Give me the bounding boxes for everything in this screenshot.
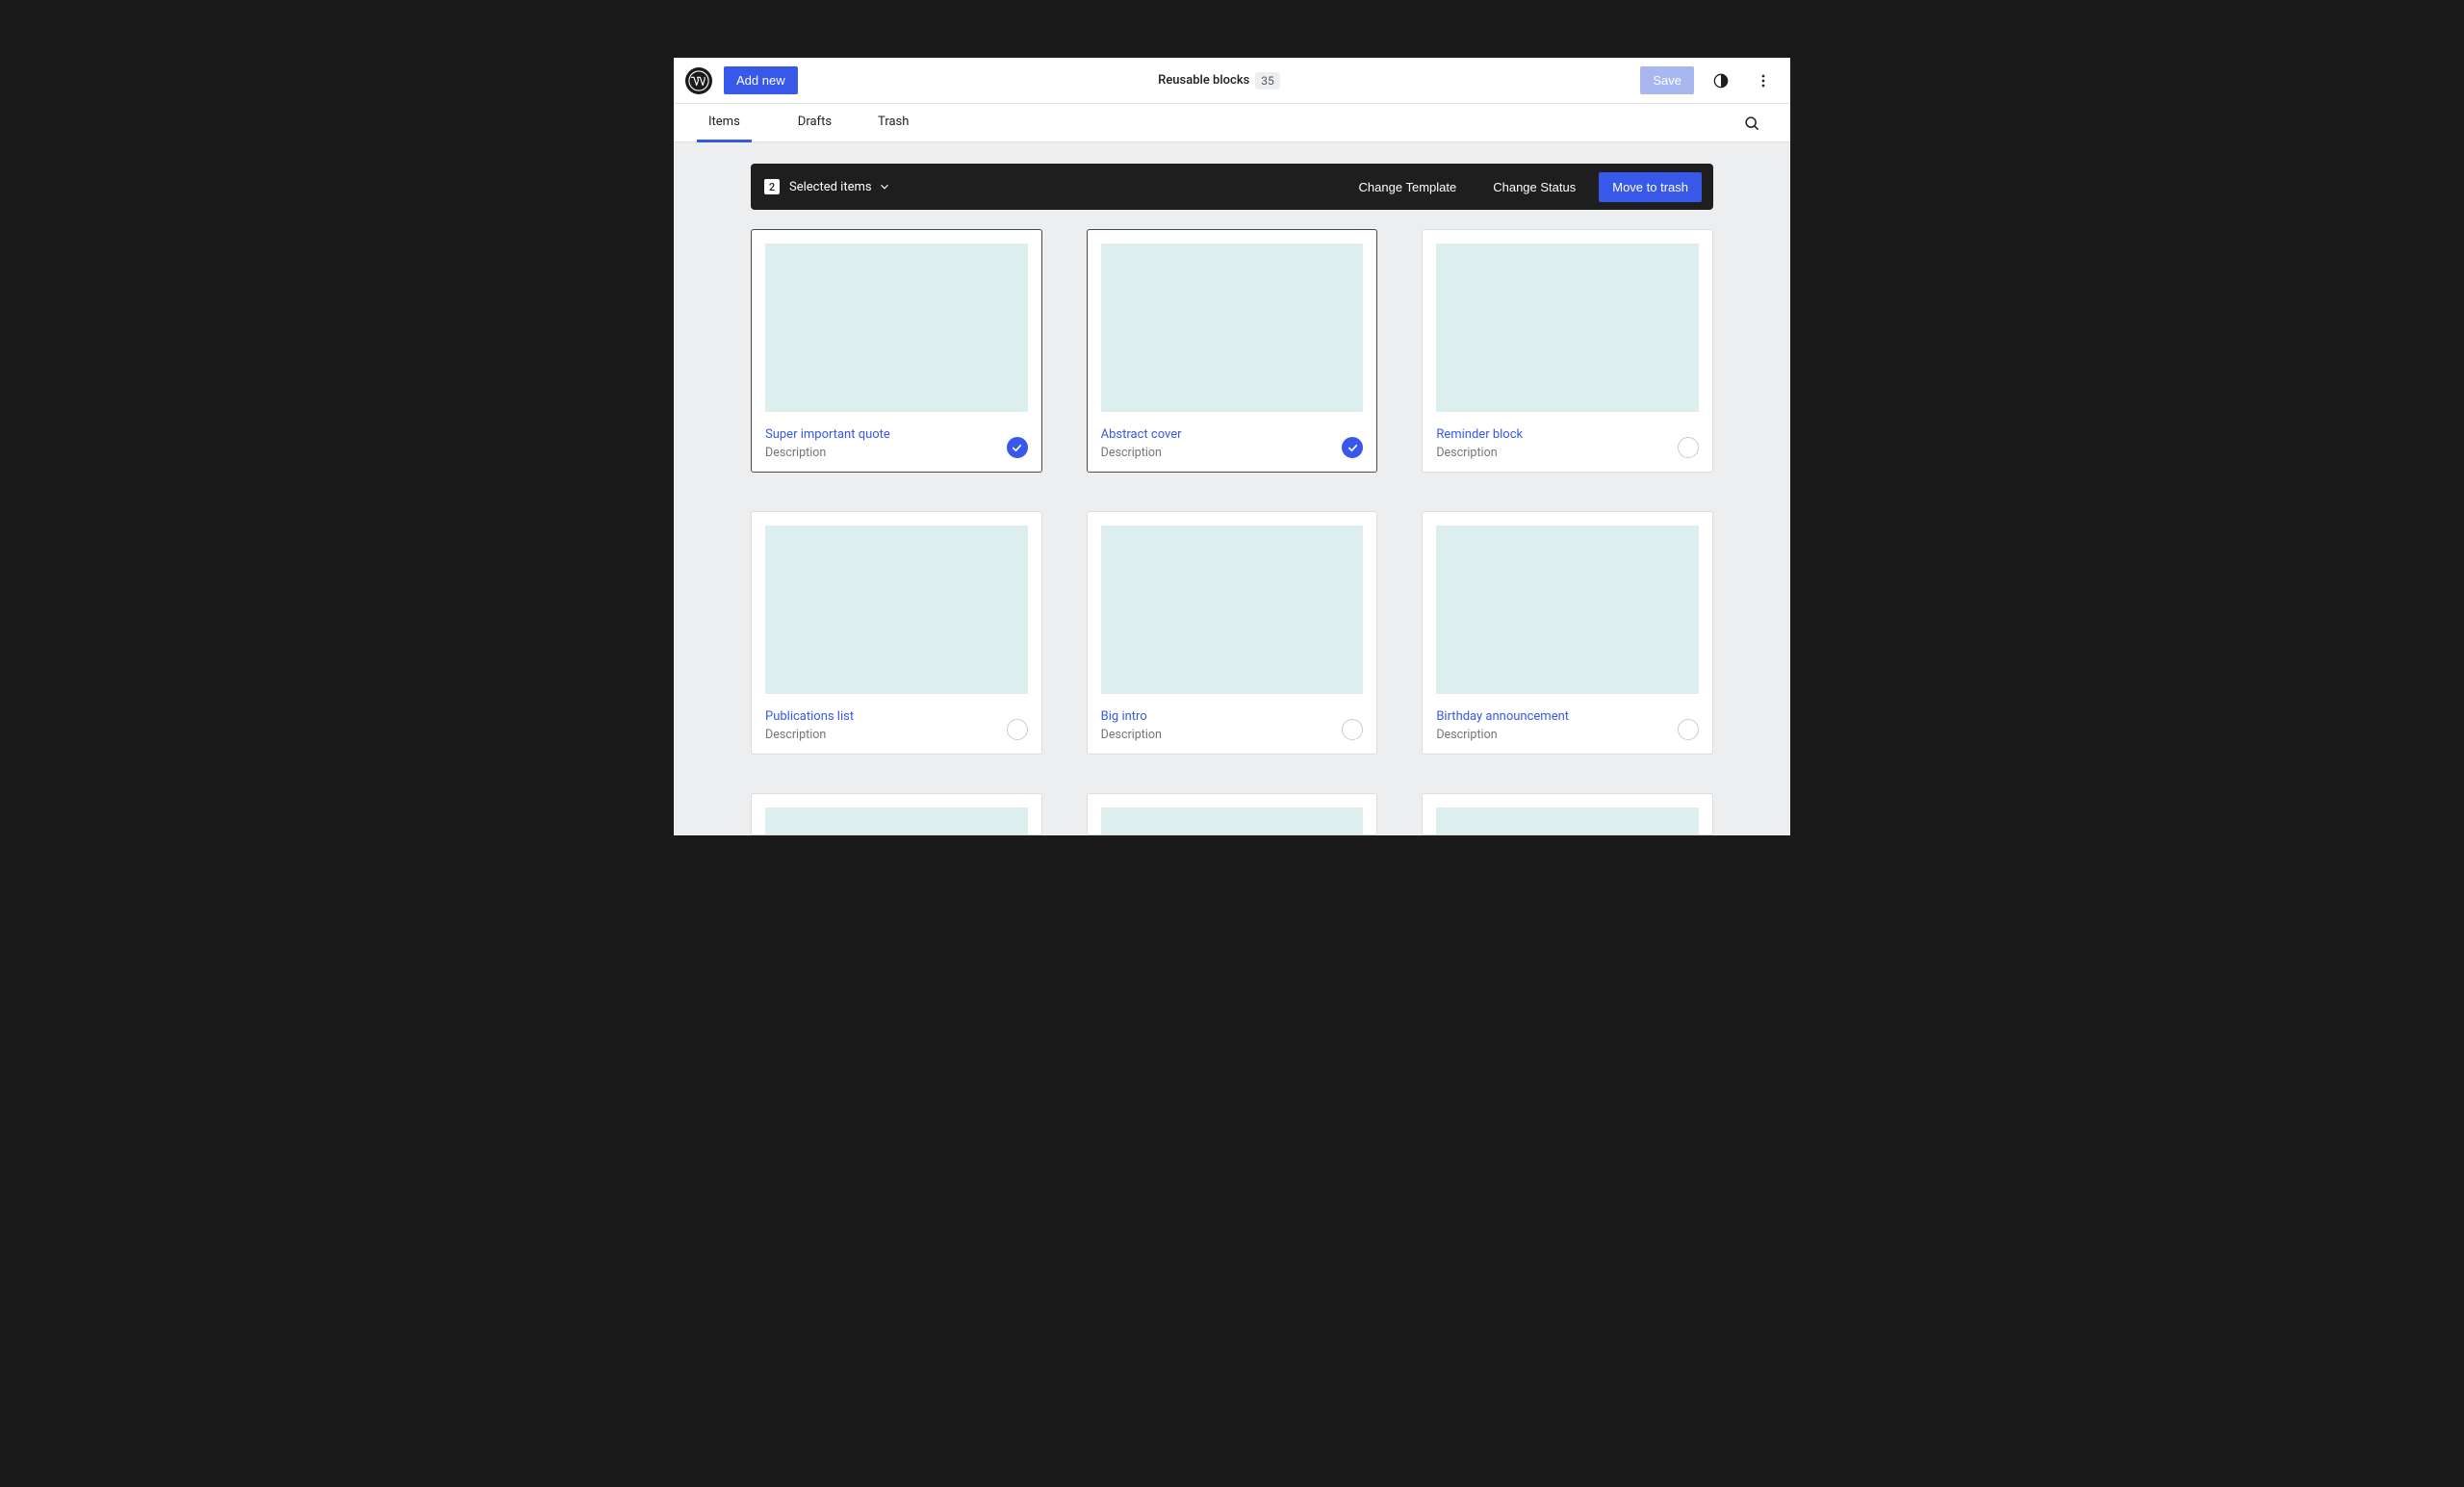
block-card[interactable]: Abstract cover Description [1087,229,1378,473]
tabbar: Items DraftsTrash [674,104,1790,142]
app-window: Add new Reusable blocks 35 Save Items Dra… [674,58,1790,835]
wordpress-logo-icon[interactable] [685,67,712,94]
card-title[interactable]: Reminder block [1436,427,1699,442]
card-description: Description [1101,728,1364,742]
card-thumbnail [765,526,1028,694]
block-card[interactable]: Birthday announcement Description [1422,511,1713,755]
card-title[interactable]: Big intro [1101,709,1364,724]
search-icon[interactable] [1736,108,1767,139]
card-title[interactable]: Super important quote [765,427,1028,442]
change-template-button[interactable]: Change Template [1346,172,1471,202]
card-title[interactable]: Abstract cover [1101,427,1364,442]
card-select-toggle[interactable] [1678,719,1699,740]
chevron-down-icon [878,180,891,193]
topbar: Add new Reusable blocks 35 Save [674,58,1790,104]
add-new-button[interactable]: Add new [724,66,798,94]
page-title-text: Reusable blocks [1158,73,1249,88]
card-description: Description [765,446,1028,460]
selection-count-badge: 2 [764,179,780,194]
tab-drafts[interactable]: Drafts [775,104,855,142]
item-count-badge: 35 [1255,72,1280,90]
card-title[interactable]: Publications list [765,709,1028,724]
card-thumbnail [1101,526,1364,694]
card-select-toggle[interactable] [1007,719,1028,740]
tab-items[interactable]: Items [697,104,752,142]
content-area: 2 Selected items Change Template Change … [674,142,1790,835]
block-card[interactable] [751,793,1042,835]
block-card[interactable]: Publications list Description [751,511,1042,755]
card-thumbnail [1436,244,1699,412]
tabs: Items DraftsTrash [697,104,932,142]
change-status-button[interactable]: Change Status [1479,172,1589,202]
card-thumbnail [1101,808,1364,834]
tab-trash[interactable]: Trash [855,104,932,142]
cards-grid-partial [751,793,1713,835]
selection-label[interactable]: Selected items [789,180,891,194]
card-description: Description [765,728,1028,742]
card-thumbnail [1101,244,1364,412]
card-select-toggle[interactable] [1007,437,1028,458]
card-thumbnail [765,808,1028,834]
move-to-trash-button[interactable]: Move to trash [1599,172,1702,202]
bulk-selection-bar: 2 Selected items Change Template Change … [751,164,1713,210]
card-thumbnail [1436,526,1699,694]
card-description: Description [1101,446,1364,460]
block-card[interactable]: Super important quote Description [751,229,1042,473]
block-card[interactable]: Big intro Description [1087,511,1378,755]
card-description: Description [1436,446,1699,460]
block-card[interactable] [1422,793,1713,835]
page-title: Reusable blocks 35 [809,72,1630,90]
save-button[interactable]: Save [1640,66,1694,94]
contrast-icon[interactable] [1706,65,1736,96]
card-thumbnail [765,244,1028,412]
card-description: Description [1436,728,1699,742]
card-thumbnail [1436,808,1699,834]
more-menu-icon[interactable] [1748,65,1779,96]
cards-grid: Super important quoteDescriptionAbstract… [751,229,1713,755]
card-title[interactable]: Birthday announcement [1436,709,1699,724]
block-card[interactable] [1087,793,1378,835]
block-card[interactable]: Reminder block Description [1422,229,1713,473]
card-select-toggle[interactable] [1678,437,1699,458]
